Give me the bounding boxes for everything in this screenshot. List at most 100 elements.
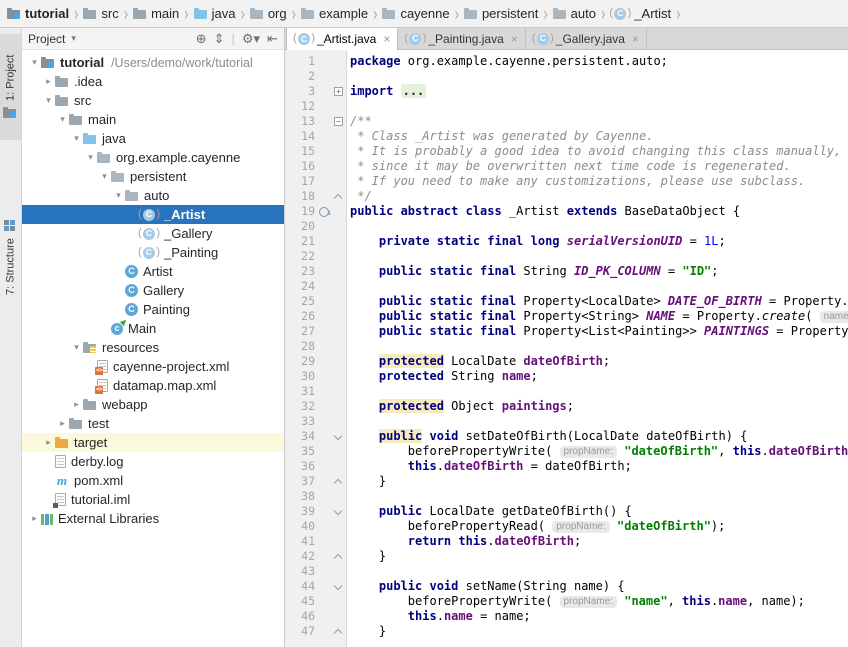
tree-row[interactable]: ▾src [22, 91, 284, 110]
breadcrumb-item[interactable]: tutorial [7, 6, 69, 21]
tree-row[interactable]: C_Gallery [22, 224, 284, 243]
tree-row[interactable]: ▾persistent [22, 167, 284, 186]
tree-expand-arrow-icon[interactable]: ▾ [28, 57, 41, 68]
tree-row[interactable]: derby.log [22, 452, 284, 471]
tree-expand-arrow-icon[interactable]: ▾ [112, 190, 125, 201]
class-abs-icon: C [143, 247, 155, 259]
fold-marker-icon[interactable] [332, 474, 345, 489]
fold-marker-icon[interactable] [332, 504, 345, 519]
tree-row[interactable]: ▾resources [22, 338, 284, 357]
close-icon[interactable]: × [511, 32, 518, 46]
code-token: dateOfBirth [523, 354, 602, 368]
tree-row[interactable]: CArtist [22, 262, 284, 281]
breadcrumb-label: persistent [482, 6, 538, 21]
tree-row[interactable]: C_Artist [22, 205, 284, 224]
breadcrumb-item[interactable]: org [250, 6, 287, 21]
gutter-line: 20 [285, 219, 346, 234]
tree-expand-arrow-icon[interactable]: ▸ [28, 513, 41, 524]
tree-expand-arrow-icon[interactable]: ▾ [98, 171, 111, 182]
line-number: 45 [285, 594, 315, 609]
breadcrumb-item[interactable]: auto [553, 6, 596, 21]
editor-code[interactable]: package org.example.cayenne.persistent.a… [347, 50, 848, 647]
chevron-down-icon[interactable]: ▾ [71, 33, 76, 44]
locate-icon[interactable]: ⊕ [196, 31, 207, 46]
breadcrumb-item[interactable]: src [83, 6, 118, 21]
project-panel-title[interactable]: Project [28, 32, 65, 46]
tree-row[interactable]: ▾auto [22, 186, 284, 205]
gutter-icon-slot [315, 444, 332, 459]
tree-row[interactable]: cMain [22, 319, 284, 338]
hide-panel-icon[interactable]: ⇤ [267, 31, 278, 46]
close-icon[interactable]: × [632, 32, 639, 46]
breadcrumb-item[interactable]: cayenne [382, 6, 449, 21]
tree-row[interactable]: ▸target [22, 433, 284, 452]
editor-tab[interactable]: C_Painting.java× [398, 28, 525, 49]
tree-row[interactable]: ▾tutorial/Users/demo/work/tutorial [22, 53, 284, 72]
breadcrumb-separator-icon: › [240, 3, 244, 24]
tree-row[interactable]: cayenne-project.xml [22, 357, 284, 376]
code-token: "ID" [682, 264, 711, 278]
editor-body[interactable]: 123+1213−1415161718192021222324252627282… [285, 50, 848, 647]
project-icon [4, 106, 18, 120]
fold-marker-icon[interactable]: + [334, 87, 343, 96]
tree-expand-arrow-icon[interactable]: ▸ [42, 76, 55, 87]
tree-row[interactable]: C_Painting [22, 243, 284, 262]
gutter-icon-slot [315, 84, 332, 99]
tree-row[interactable]: CPainting [22, 300, 284, 319]
settings-icon[interactable]: ⚙▾ [242, 31, 260, 46]
tree-expand-arrow-icon[interactable]: ▾ [70, 342, 83, 353]
fold-marker-icon[interactable] [332, 624, 345, 639]
tree-row[interactable]: ▸webapp [22, 395, 284, 414]
editor-tab[interactable]: C_Artist.java× [286, 28, 398, 50]
code-token: = name; [473, 609, 531, 623]
code-token: PAINTINGS [704, 324, 769, 338]
tool-window-tab-project[interactable]: 1: Project [0, 34, 21, 140]
code-token [560, 234, 567, 248]
breadcrumb-item[interactable]: C_Artist [610, 6, 671, 21]
fold-marker-icon[interactable] [332, 429, 345, 444]
tree-expand-arrow-icon[interactable]: ▾ [42, 95, 55, 106]
tree-row[interactable]: ▾main [22, 110, 284, 129]
fold-marker-icon[interactable] [332, 579, 345, 594]
fold-marker-icon[interactable] [332, 189, 345, 204]
tree-expand-arrow-icon[interactable]: ▸ [42, 437, 55, 448]
tree-row[interactable]: datamap.map.xml [22, 376, 284, 395]
tree-row[interactable]: ▾java [22, 129, 284, 148]
fold-marker-icon[interactable] [332, 549, 345, 564]
tool-window-tab-structure[interactable]: 7: Structure [0, 196, 21, 318]
tree-row[interactable]: ▸.idea [22, 72, 284, 91]
tree-expand-arrow-icon[interactable]: ▾ [84, 152, 97, 163]
breadcrumb-item[interactable]: java [194, 6, 236, 21]
code-token: public [379, 429, 422, 443]
code-token: public abstract class [350, 204, 502, 218]
breadcrumb-item[interactable]: example [301, 6, 368, 21]
code-token: LocalDate [444, 354, 523, 368]
fold-marker-icon[interactable]: − [334, 117, 343, 126]
tree-row[interactable]: ▸test [22, 414, 284, 433]
line-number: 1 [285, 54, 315, 69]
code-line: public static final String ID_PK_COLUMN … [350, 264, 848, 279]
tree-row[interactable]: ▸External Libraries [22, 509, 284, 528]
breadcrumb-label: cayenne [400, 6, 449, 21]
tree-expand-arrow-icon[interactable]: ▾ [70, 133, 83, 144]
breadcrumb-item[interactable]: main [133, 6, 179, 21]
close-icon[interactable]: × [383, 32, 390, 46]
collapse-all-icon[interactable]: ⇕ [214, 31, 225, 46]
tree-row[interactable]: ▾org.example.cayenne [22, 148, 284, 167]
tree-label: Gallery [143, 283, 184, 298]
code-token: = dateOfBirth; [523, 459, 631, 473]
editor-tab[interactable]: C_Gallery.java× [526, 28, 647, 49]
code-token: protected [379, 354, 444, 368]
gutter-line: 1 [285, 54, 346, 69]
fold-slot [332, 249, 345, 264]
gutter-icon-slot [315, 159, 332, 174]
code-token: } [350, 549, 386, 563]
code-token: */ [350, 189, 372, 203]
tree-row[interactable]: mpom.xml [22, 471, 284, 490]
breadcrumb-item[interactable]: persistent [464, 6, 538, 21]
tree-expand-arrow-icon[interactable]: ▸ [56, 418, 69, 429]
tree-expand-arrow-icon[interactable]: ▸ [70, 399, 83, 410]
tree-row[interactable]: CGallery [22, 281, 284, 300]
tree-row[interactable]: tutorial.iml [22, 490, 284, 509]
tree-expand-arrow-icon[interactable]: ▾ [56, 114, 69, 125]
